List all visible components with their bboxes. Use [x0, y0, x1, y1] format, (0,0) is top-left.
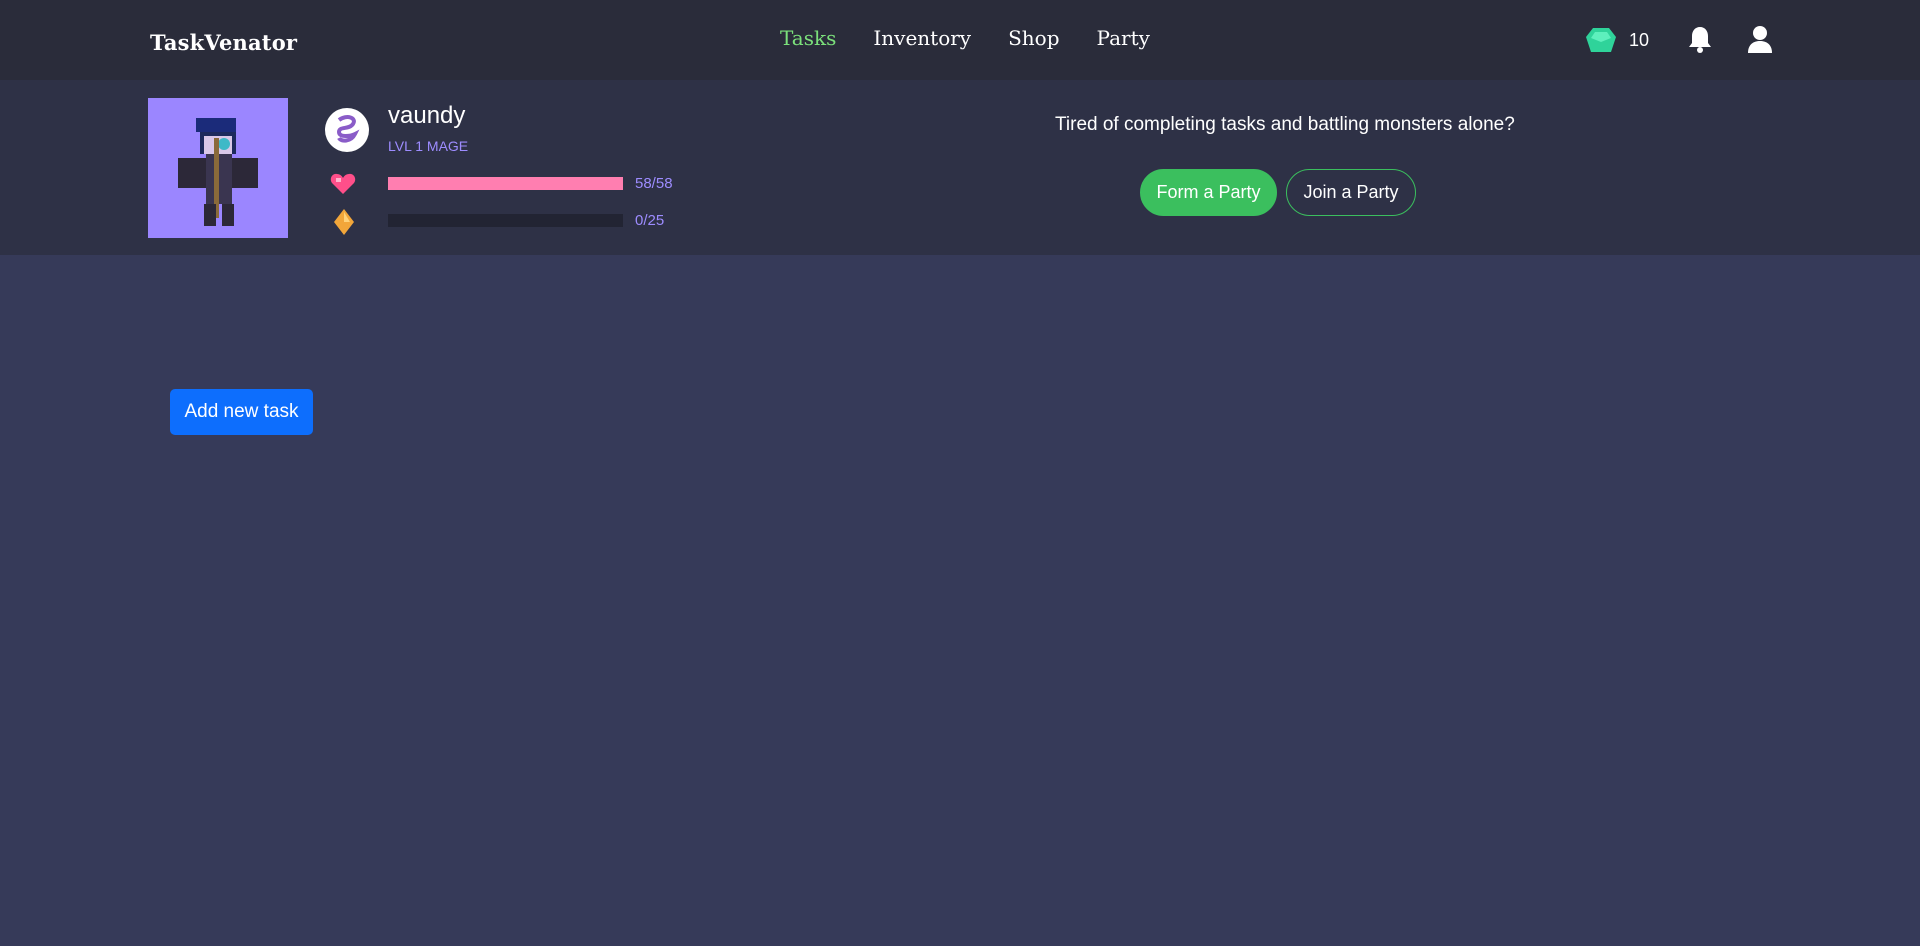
mage-swirl-icon [336, 115, 360, 143]
form-party-button[interactable]: Form a Party [1140, 169, 1277, 216]
top-navbar: TaskVenator Tasks Inventory Shop Party 1… [0, 0, 1920, 80]
nav-party[interactable]: Party [1097, 26, 1150, 50]
health-bar-fill [388, 177, 623, 190]
nav-shop[interactable]: Shop [1008, 26, 1059, 50]
heart-icon [330, 173, 356, 194]
nav-tasks[interactable]: Tasks [780, 26, 836, 50]
level-label: LVL 1 MAGE [388, 138, 469, 154]
experience-value: 0/25 [635, 212, 665, 229]
class-badge [325, 108, 369, 152]
character-sprite [178, 118, 258, 226]
main-nav: Tasks Inventory Shop Party [780, 26, 1187, 50]
party-prompt: Tired of completing tasks and battling m… [1055, 114, 1515, 135]
add-task-button[interactable]: Add new task [170, 389, 313, 435]
gem-count: 10 [1629, 29, 1650, 50]
brand-logo[interactable]: TaskVenator [150, 30, 297, 55]
player-header: vaundy LVL 1 MAGE 58/58 0/25 Tired of co… [0, 80, 1920, 255]
nav-right: 10 [1585, 26, 1772, 54]
avatar [148, 98, 288, 238]
bell-icon[interactable] [1685, 24, 1715, 54]
join-party-button[interactable]: Join a Party [1286, 169, 1416, 216]
health-bar [388, 177, 623, 190]
experience-bar [388, 214, 623, 227]
user-icon[interactable] [1745, 24, 1775, 54]
diamond-icon [334, 209, 354, 235]
health-value: 58/58 [635, 175, 673, 192]
gem-icon [1586, 28, 1616, 52]
username: vaundy [388, 102, 466, 129]
nav-inventory[interactable]: Inventory [873, 26, 971, 50]
